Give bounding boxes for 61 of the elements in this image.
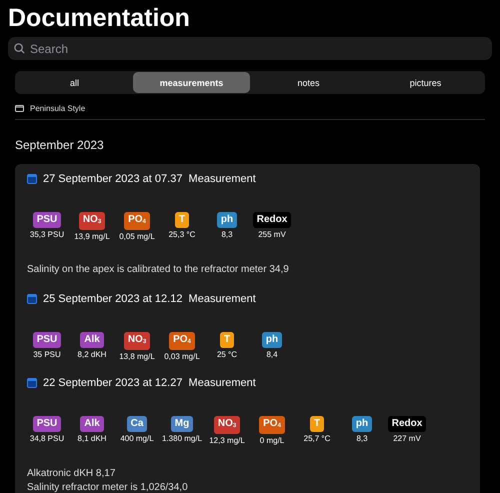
measurement-value: 25 °C: [216, 350, 238, 359]
measurement-value: 25,7 °C: [304, 434, 330, 443]
search-field[interactable]: Search: [8, 37, 492, 60]
measurement-value: 34,8 PSU: [30, 434, 64, 443]
measurement-value: 35,3 PSU: [30, 230, 64, 239]
entry-note: Salinity refractor meter is 1,026/34,0: [27, 481, 189, 493]
measurement-value: 8,3: [221, 230, 233, 239]
section-heading: September 2023: [15, 138, 105, 152]
parameter-tag: PSU: [32, 212, 62, 228]
parameter-tag: Redox: [252, 212, 292, 228]
parameter-tag: PO$_{4}$: [169, 332, 195, 350]
entry-title[interactable]: 25 September 2023 at 12.12 Measurement: [43, 293, 256, 305]
measurement-value: 12,3 mg/L: [209, 436, 245, 445]
measurement-value: 0,05 mg/L: [119, 232, 155, 241]
calendar-icon: [27, 174, 37, 184]
entry-title[interactable]: 27 September 2023 at 07.37 Measurement: [43, 173, 256, 185]
parameter-tag: PO$_{4}$: [259, 416, 285, 434]
measurement-value: 255 mV: [258, 230, 286, 239]
filter-tab[interactable]: pictures: [367, 72, 484, 93]
parameter-tag: Redox: [388, 416, 426, 432]
parameter-tag: Mg: [170, 416, 194, 432]
measurement-value: 25,3 °C: [168, 230, 196, 239]
measurement-value: 0 mg/L: [260, 436, 284, 445]
style-label: Peninsula Style: [30, 104, 86, 113]
measurement-value: 8,4: [266, 350, 278, 359]
measurement-value: 35 PSU: [33, 350, 61, 359]
parameter-tag: NO$_{3}$: [124, 332, 150, 350]
parameter-tag: ph: [262, 332, 282, 348]
parameter-tag: ph: [352, 416, 372, 432]
page-title: Documentation: [8, 3, 191, 33]
window-icon: [15, 105, 24, 112]
parameter-tag: PSU: [32, 416, 62, 432]
calendar-icon: [27, 294, 37, 304]
parameter-tag: Alk: [80, 332, 104, 348]
search-icon: [14, 43, 25, 54]
measurement-value: 8,2 dKH: [78, 350, 106, 359]
measurement-value: 13,9 mg/L: [74, 232, 110, 241]
measurement-value: 8,1 dKH: [78, 434, 106, 443]
parameter-tag: Ca: [126, 416, 148, 432]
measurement-value: 227 mV: [393, 434, 421, 443]
entry-title[interactable]: 22 September 2023 at 12.27 Measurement: [43, 377, 256, 389]
measurement-value: 0,03 mg/L: [164, 352, 200, 361]
calendar-icon: [27, 378, 37, 388]
entry-note: Salinity on the apex is calibrated to the refractor meter 34,9: [27, 263, 290, 277]
filter-tab[interactable]: all: [16, 72, 133, 93]
parameter-tag: NO$_{3}$: [214, 416, 240, 434]
parameter-tag: T: [220, 332, 234, 348]
parameter-tag: PSU: [32, 332, 62, 348]
measurement-value: 13,8 mg/L: [119, 352, 155, 361]
measurement-value: 1.380 mg/L: [162, 434, 202, 443]
measurement-value: 8,3: [356, 434, 368, 443]
parameter-tag: PO$_{4}$: [124, 212, 150, 230]
parameter-tag: T: [310, 416, 324, 432]
parameter-tag: T: [174, 212, 190, 228]
measurement-value: 400 mg/L: [120, 434, 154, 443]
filter-tab[interactable]: notes: [250, 72, 367, 93]
filter-tab[interactable]: measurements: [133, 72, 250, 93]
entry-note: Alkatronic dKH 8,17: [27, 467, 116, 481]
parameter-tag: NO$_{3}$: [78, 212, 106, 230]
parameter-tag: ph: [216, 212, 238, 228]
parameter-tag: Alk: [80, 416, 104, 432]
